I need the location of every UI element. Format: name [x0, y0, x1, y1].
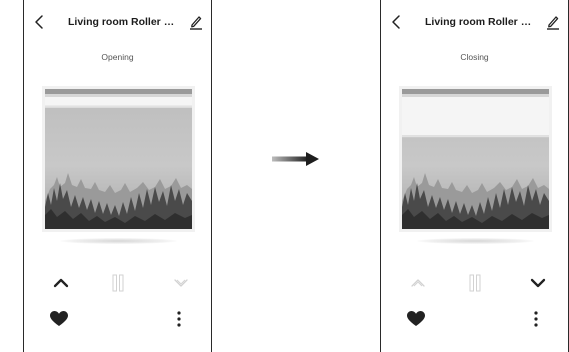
shade-controls: [24, 272, 211, 294]
heart-icon[interactable]: [50, 311, 68, 327]
more-vertical-icon[interactable]: [174, 310, 184, 328]
phone-screen-closing: Living room Roller Sh... Closing: [380, 0, 569, 352]
phone-screen-opening: Living room Roller Sh... Opening: [23, 0, 212, 352]
status-text: Opening: [101, 52, 134, 62]
device-title: Living room Roller Sh...: [425, 16, 535, 28]
roller-housing: [45, 94, 192, 97]
bottom-bar: [24, 308, 211, 330]
more-vertical-icon[interactable]: [531, 310, 541, 328]
chevron-down-icon[interactable]: [527, 272, 549, 294]
back-icon[interactable]: [390, 13, 404, 31]
roller-shade: [402, 89, 549, 138]
roller-shade: [45, 89, 192, 108]
chevron-up-icon[interactable]: [407, 272, 429, 294]
pause-icon[interactable]: [464, 272, 486, 294]
edit-icon[interactable]: [189, 14, 203, 30]
top-bar: Living room Roller Sh...: [24, 12, 211, 34]
preview-shadow: [60, 238, 177, 244]
back-icon[interactable]: [33, 13, 47, 31]
heart-icon[interactable]: [407, 311, 425, 327]
device-title: Living room Roller Sh...: [68, 16, 178, 28]
shade-fabric: [45, 97, 192, 106]
shade-bottom-bar: [402, 135, 549, 138]
roller-housing: [402, 94, 549, 97]
pause-icon[interactable]: [107, 272, 129, 294]
chevron-up-icon[interactable]: [50, 272, 72, 294]
roller-tube: [45, 89, 192, 94]
arrow-right-icon: [272, 152, 319, 166]
edit-icon[interactable]: [546, 14, 560, 30]
window-view: [45, 89, 192, 229]
chevron-down-icon[interactable]: [170, 272, 192, 294]
shade-preview: [399, 86, 552, 232]
top-bar: Living room Roller Sh...: [381, 12, 568, 34]
roller-tube: [402, 89, 549, 94]
bottom-bar: [381, 308, 568, 330]
shade-bottom-bar: [45, 105, 192, 108]
shade-fabric: [402, 97, 549, 136]
window-view: [402, 89, 549, 229]
preview-shadow: [417, 238, 534, 244]
shade-controls: [381, 272, 568, 294]
status-text: Closing: [460, 52, 489, 62]
shade-preview: [42, 86, 195, 232]
